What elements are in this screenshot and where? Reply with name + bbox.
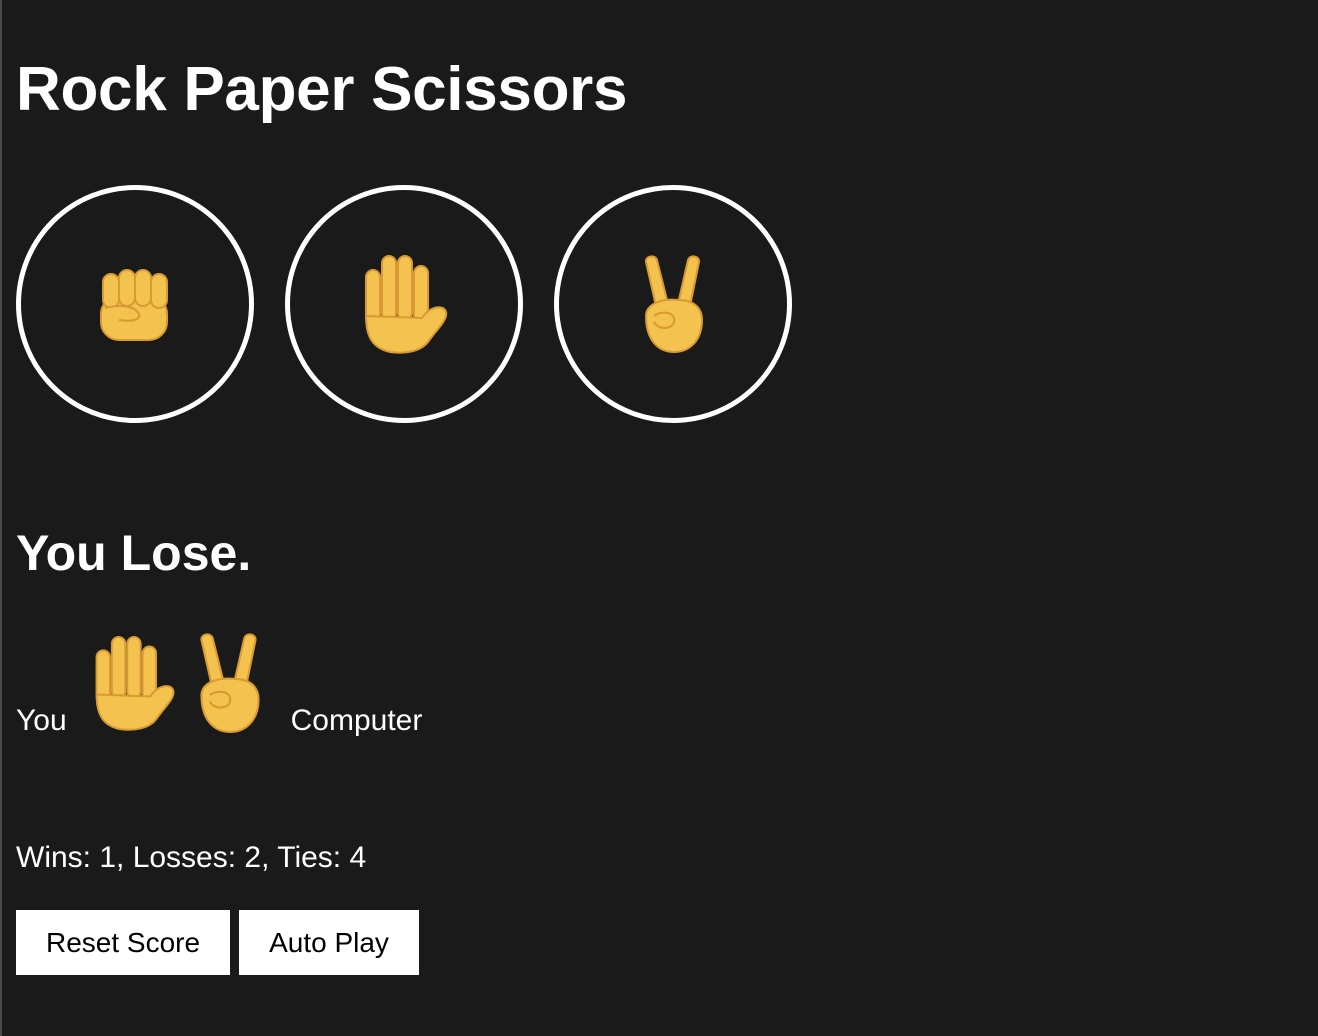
action-buttons: Reset Score Auto Play — [16, 910, 419, 975]
victory-hand-emoji-icon — [644, 255, 703, 353]
paper-button[interactable] — [285, 185, 523, 423]
scissors-button[interactable] — [554, 185, 792, 423]
page-title: Rock Paper Scissors — [16, 55, 628, 124]
result-message: You Lose. — [16, 525, 252, 581]
victory-hand-emoji-icon — [200, 633, 260, 733]
you-label: You — [16, 704, 67, 737]
auto-play-button[interactable]: Auto Play — [239, 910, 419, 975]
raised-hand-emoji-icon — [95, 635, 175, 731]
reset-score-button[interactable]: Reset Score — [16, 910, 231, 975]
fist-emoji-icon — [100, 269, 168, 341]
computer-label: Computer — [290, 704, 423, 737]
raised-hand-emoji-icon — [365, 255, 448, 354]
score-display: Wins: 1, Losses: 2, Ties: 4 — [16, 841, 367, 874]
move-choices — [16, 185, 792, 423]
moves-display: You Computer — [16, 628, 422, 744]
rock-button[interactable] — [16, 185, 254, 423]
